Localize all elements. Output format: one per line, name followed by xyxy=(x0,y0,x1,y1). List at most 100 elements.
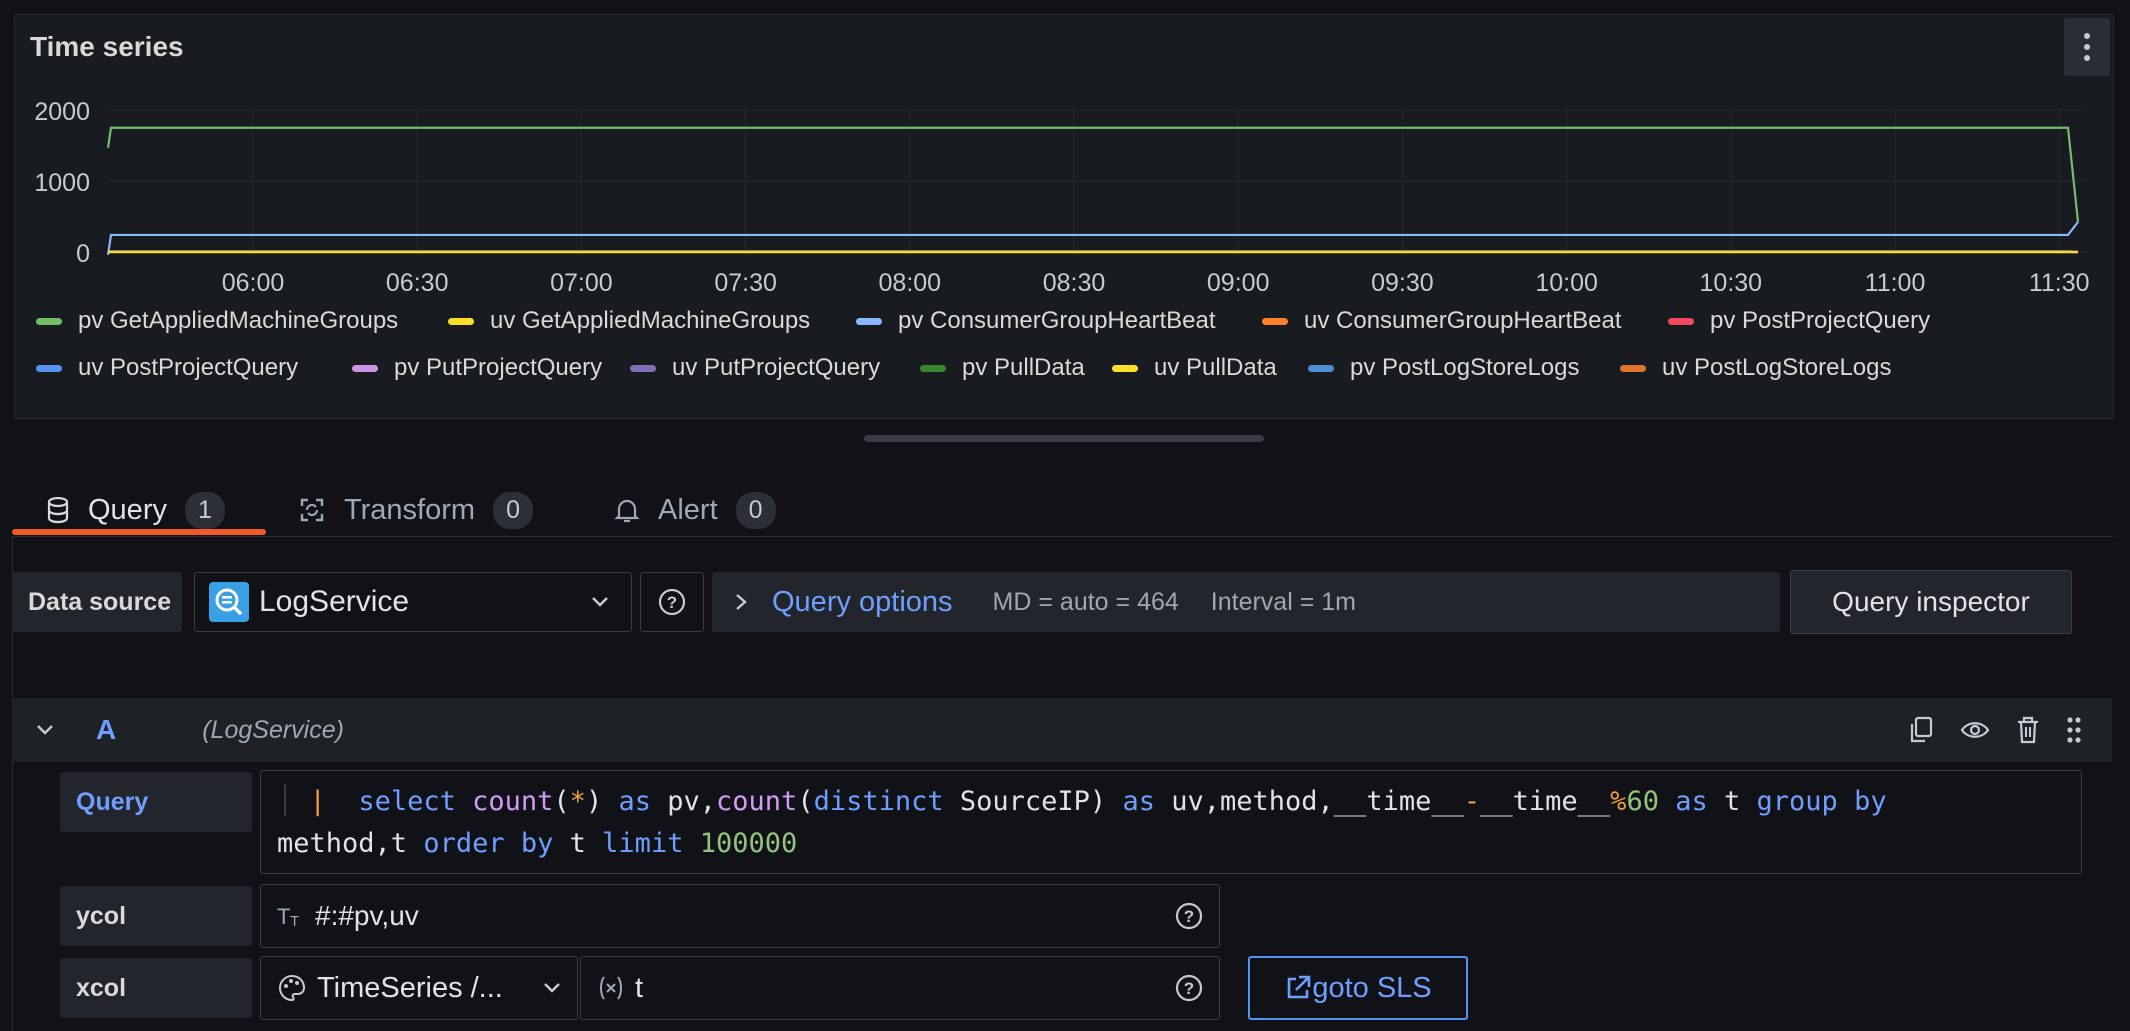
legend-swatch xyxy=(856,318,882,325)
paren-1: ( xyxy=(553,786,569,817)
y-axis: 200010000 xyxy=(34,98,90,268)
paren-3: ( xyxy=(797,786,813,817)
eye-icon[interactable] xyxy=(1960,719,1990,741)
query-ref-id[interactable]: A xyxy=(96,714,116,746)
x-tick-label: 07:30 xyxy=(714,269,777,297)
x-tick-label: 06:00 xyxy=(222,269,285,297)
ident-t-2: t xyxy=(570,828,586,859)
legend-item[interactable]: uv PullData xyxy=(1112,354,1277,382)
legend-label: pv GetAppliedMachineGroups xyxy=(78,307,398,335)
sql-line-1: │ | select count(*) as pv,count(distinct… xyxy=(277,781,2081,823)
chevron-right-icon xyxy=(734,593,748,611)
star-token: * xyxy=(570,786,586,817)
legend-item[interactable]: uv ConsumerGroupHeartBeat xyxy=(1262,307,1621,335)
ident-time-2: __time__ xyxy=(1480,786,1610,817)
datasource-value: LogService xyxy=(259,585,409,619)
question-circle-icon: ? xyxy=(658,588,686,616)
legend-label: pv PostProjectQuery xyxy=(1710,307,1930,335)
legend-item[interactable]: uv PutProjectQuery xyxy=(630,354,880,382)
x-tick-label: 11:00 xyxy=(1865,269,1926,297)
y-tick-label: 0 xyxy=(76,240,90,268)
duplicate-icon[interactable] xyxy=(1908,716,1934,744)
legend-label: pv PostLogStoreLogs xyxy=(1350,354,1580,382)
legend-swatch xyxy=(920,365,946,372)
x-axis: 06:0006:3007:0007:3008:0008:3009:0009:30… xyxy=(222,269,2090,297)
pipe-token: | xyxy=(310,786,326,817)
question-circle-icon[interactable]: ? xyxy=(1175,902,1203,930)
kw-limit: limit xyxy=(602,828,683,859)
panel-resize-handle[interactable] xyxy=(864,435,1264,442)
query-inspector-button[interactable]: Query inspector xyxy=(1790,570,2072,634)
num-60: 60 xyxy=(1626,786,1659,817)
chart-grid xyxy=(108,110,2082,252)
xcol-input[interactable]: t ? xyxy=(580,956,1220,1020)
x-tick-label: 10:30 xyxy=(1700,269,1763,297)
x-tick-label: 09:00 xyxy=(1207,269,1270,297)
kw-by-2: by xyxy=(521,828,554,859)
datasource-label: Data source xyxy=(12,572,182,632)
legend-label: uv PullData xyxy=(1154,354,1277,382)
legend-swatch xyxy=(630,365,656,372)
kw-select: select xyxy=(358,786,456,817)
kw-by-1: by xyxy=(1854,786,1887,817)
legend-item[interactable]: pv PutProjectQuery xyxy=(352,354,602,382)
minus-token: - xyxy=(1464,786,1480,817)
sql-query-editor[interactable]: │ | select count(*) as pv,count(distinct… xyxy=(260,770,2082,874)
tab-transform[interactable]: Transform 0 xyxy=(298,480,533,540)
drag-handle-icon[interactable] xyxy=(2066,716,2082,744)
x-tick-label: 10:00 xyxy=(1535,269,1598,297)
goto-sls-button[interactable]: goto SLS xyxy=(1248,956,1468,1020)
query-options-label: Query options xyxy=(772,586,953,619)
datasource-help-button[interactable]: ? xyxy=(640,572,704,632)
kw-distinct: distinct xyxy=(814,786,944,817)
legend-item[interactable]: uv PostProjectQuery xyxy=(36,354,298,382)
x-tick-label: 09:30 xyxy=(1371,269,1434,297)
svg-text:?: ? xyxy=(1184,979,1194,998)
query-options-bar[interactable]: Query options MD = auto = 464 Interval =… xyxy=(712,572,1780,632)
time-series-chart: 200010000 06:0006:3007:0007:3008:0008:30… xyxy=(0,0,2130,300)
xcol-value: t xyxy=(635,972,643,1005)
question-circle-icon[interactable]: ? xyxy=(1175,974,1203,1002)
fn-count-1: count xyxy=(472,786,553,817)
percent-token: % xyxy=(1610,786,1626,817)
svg-text:T: T xyxy=(290,913,299,928)
ycol-label: ycol xyxy=(60,886,252,946)
sql-line-2: method,t order by t limit 100000 xyxy=(277,823,2081,865)
chart-series xyxy=(108,128,2078,255)
chevron-down-icon xyxy=(543,982,561,994)
trash-icon[interactable] xyxy=(2016,716,2040,744)
transform-icon xyxy=(298,496,326,524)
ycol-input[interactable]: TT #:#pv,uv ? xyxy=(260,884,1220,948)
paren-2: ) xyxy=(586,786,602,817)
legend-item[interactable]: pv ConsumerGroupHeartBeat xyxy=(856,307,1215,335)
x-tick-label: 08:00 xyxy=(879,269,942,297)
tab-alert[interactable]: Alert 0 xyxy=(614,480,776,540)
legend-swatch xyxy=(1262,318,1288,325)
legend-label: pv PutProjectQuery xyxy=(394,354,602,382)
legend-item[interactable]: pv PostProjectQuery xyxy=(1668,307,1930,335)
bell-icon xyxy=(614,496,640,524)
query-row-actions xyxy=(1908,716,2082,744)
legend-item[interactable]: uv GetAppliedMachineGroups xyxy=(448,307,810,335)
y-tick-label: 2000 xyxy=(34,98,90,126)
xcol-mode-select[interactable]: TimeSeries /... xyxy=(260,956,578,1020)
legend-label: pv PullData xyxy=(962,354,1085,382)
external-link-icon xyxy=(1284,974,1312,1002)
ident-sourceip: SourceIP) xyxy=(960,786,1106,817)
legend-label: uv GetAppliedMachineGroups xyxy=(490,307,810,335)
x-tick-label: 11:30 xyxy=(2029,269,2090,297)
legend-item[interactable]: pv PostLogStoreLogs xyxy=(1308,354,1580,382)
ident-t-1: t xyxy=(1724,786,1740,817)
collapse-chevron-icon[interactable] xyxy=(36,724,54,736)
legend-item[interactable]: uv PostLogStoreLogs xyxy=(1620,354,1892,382)
series-line xyxy=(108,128,2078,222)
legend-swatch xyxy=(1308,365,1334,372)
kw-as-3: as xyxy=(1675,786,1708,817)
svg-text:T: T xyxy=(277,904,290,928)
max-data-points-info: MD = auto = 464 xyxy=(993,588,1179,617)
legend-item[interactable]: pv PullData xyxy=(920,354,1085,382)
x-tick-label: 06:30 xyxy=(386,269,449,297)
datasource-select[interactable]: LogService xyxy=(194,572,632,632)
svg-text:?: ? xyxy=(1184,907,1194,926)
legend-item[interactable]: pv GetAppliedMachineGroups xyxy=(36,307,398,335)
